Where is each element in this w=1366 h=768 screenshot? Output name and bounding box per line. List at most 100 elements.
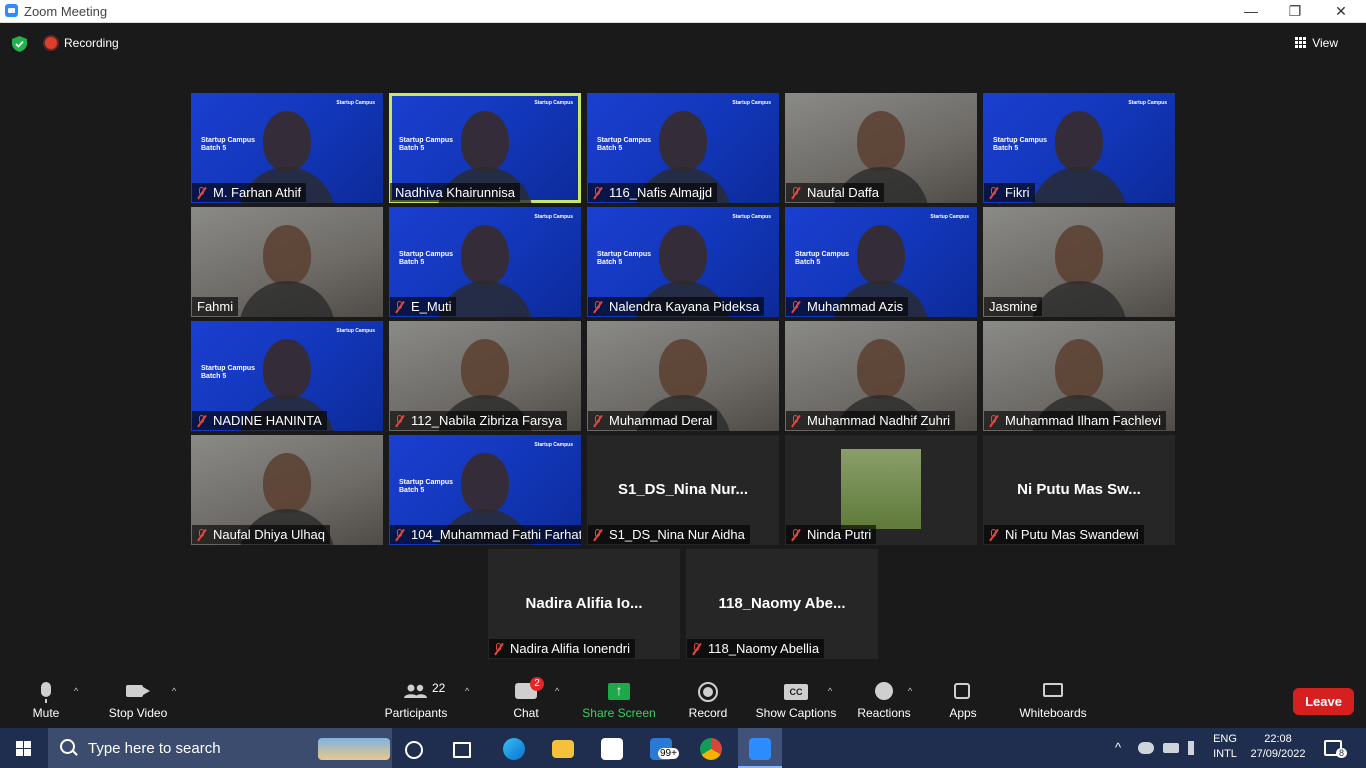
minimize-button[interactable]: — (1228, 0, 1274, 22)
participant-video-tile[interactable]: Startup Campus Startup Campus Batch 5 Nalen… (587, 207, 779, 317)
virtual-background-title: Startup Campus Batch 5 (399, 251, 454, 266)
participant-video-tile[interactable]: Startup Campus Startup Campus Batch 5 M. Fa… (191, 93, 383, 203)
participant-name: E_Muti (411, 299, 452, 314)
participant-name: Nalendra Kayana Pideksa (609, 299, 760, 314)
zoom-app-icon (5, 4, 18, 17)
reactions-button[interactable]: Reactions (854, 672, 914, 720)
task-view-icon[interactable] (453, 742, 471, 758)
battery-icon[interactable] (1163, 743, 1179, 753)
cortana-icon[interactable] (405, 741, 423, 759)
participant-video-tile[interactable]: Startup Campus Startup Campus Batch 5 104_M… (389, 435, 581, 545)
show-captions-button[interactable]: CC Show Captions (754, 672, 838, 720)
captions-options-chevron-icon[interactable]: ^ (828, 686, 836, 696)
mail-icon[interactable]: 99+ (650, 738, 679, 760)
record-button[interactable]: Record (686, 672, 730, 720)
participant-name: Fahmi (197, 299, 234, 314)
chat-options-chevron-icon[interactable]: ^ (555, 686, 563, 696)
chrome-browser-icon[interactable] (700, 738, 722, 760)
whiteboards-button[interactable]: Whiteboards (1016, 672, 1090, 720)
microsoft-store-icon[interactable] (601, 738, 623, 760)
onedrive-cloud-icon[interactable] (1138, 742, 1154, 754)
participant-video-tile[interactable]: Muhammad Ilham Fachlevi (983, 321, 1175, 431)
chat-button[interactable]: 2 Chat (505, 672, 547, 720)
participant-video-tile[interactable]: Startup Campus Startup Campus Batch 5 E_Mut… (389, 207, 581, 317)
startup-campus-logo-icon: Startup Campus (930, 214, 969, 220)
input-language-indicator[interactable]: ENG INTL (1210, 733, 1240, 760)
leave-meeting-button[interactable]: Leave (1293, 688, 1354, 715)
participant-display-name: 118_Naomy Abe... (718, 595, 846, 612)
startup-campus-logo-icon: Startup Campus (1128, 100, 1167, 106)
participant-name-label: Ni Putu Mas Swandewi (984, 525, 1144, 544)
participant-name: M. Farhan Athif (213, 185, 302, 200)
participant-video-tile[interactable]: 118_Naomy Abe... 118_Naomy Abellia (686, 549, 878, 659)
participant-video-tile[interactable]: 112_Nabila Zibriza Farsya (389, 321, 581, 431)
system-clock[interactable]: 22:08 27/09/2022 (1243, 733, 1313, 760)
windows-start-icon[interactable] (16, 741, 32, 757)
reactions-label: Reactions (857, 706, 911, 720)
taskbar-zoom-active[interactable] (738, 728, 782, 768)
muted-microphone-icon (197, 415, 206, 427)
participant-name-label: Nadira Alifia Ionendri (489, 639, 635, 658)
participant-name-label: Jasmine (984, 297, 1043, 316)
participant-video-tile[interactable]: S1_DS_Nina Nur... S1_DS_Nina Nur Aidha (587, 435, 779, 545)
participant-video-tile[interactable]: Startup Campus Startup Campus Batch 5 Fikri (983, 93, 1175, 203)
apps-button[interactable]: Apps (944, 672, 982, 720)
participant-video-tile[interactable]: Startup Campus Startup Campus Batch 5 Nadhi… (389, 93, 581, 203)
muted-microphone-icon (989, 187, 998, 199)
participant-name-label: Nalendra Kayana Pideksa (588, 297, 765, 316)
close-window-button[interactable]: ✕ (1318, 0, 1364, 22)
participant-video-feed (263, 111, 311, 171)
edge-browser-icon[interactable] (503, 738, 525, 760)
participant-name-label: Naufal Daffa (786, 183, 885, 202)
stop-video-button[interactable]: Stop Video (104, 672, 172, 720)
recording-label[interactable]: Recording (64, 36, 119, 50)
participant-video-tile[interactable]: Ninda Putri (785, 435, 977, 545)
smiley-plus-icon (875, 682, 893, 700)
muted-microphone-icon (395, 301, 404, 313)
participant-video-feed (263, 225, 311, 285)
share-screen-button[interactable]: Share Screen (582, 672, 656, 720)
view-button[interactable]: View (1295, 36, 1338, 50)
participant-name: Muhammad Ilham Fachlevi (1005, 413, 1162, 428)
recording-dot-icon (45, 37, 57, 49)
participant-video-tile[interactable]: Ni Putu Mas Sw... Ni Putu Mas Swandewi (983, 435, 1175, 545)
reactions-options-chevron-icon[interactable]: ^ (908, 686, 916, 696)
startup-campus-logo-icon: Startup Campus (336, 100, 375, 106)
mute-button[interactable]: Mute (22, 672, 70, 720)
video-options-chevron-icon[interactable]: ^ (172, 686, 180, 696)
participants-icon (404, 684, 427, 698)
participants-button[interactable]: 22 Participants (380, 672, 452, 720)
tray-overflow-chevron-icon[interactable]: ^ (1115, 740, 1121, 755)
participant-video-tile[interactable]: Muhammad Deral (587, 321, 779, 431)
participant-video-tile[interactable]: Muhammad Nadhif Zuhri (785, 321, 977, 431)
participant-video-tile[interactable]: Naufal Daffa (785, 93, 977, 203)
participant-name: S1_DS_Nina Nur Aidha (609, 527, 745, 542)
volume-icon[interactable] (1188, 741, 1202, 755)
search-highlight-illustration-icon (318, 738, 390, 760)
participant-name: 118_Naomy Abellia (708, 641, 820, 656)
video-camera-icon (126, 685, 150, 697)
participant-name: Ni Putu Mas Swandewi (1005, 527, 1139, 542)
participant-video-feed (857, 225, 905, 285)
action-center-icon[interactable]: 8 (1324, 740, 1347, 758)
participant-video-tile[interactable]: Startup Campus Startup Campus Batch 5 NADIN… (191, 321, 383, 431)
participant-name-label: Nadhiva Khairunnisa (390, 183, 520, 202)
participant-video-tile[interactable]: Startup Campus Startup Campus Batch 5 Muham… (785, 207, 977, 317)
restore-button[interactable]: ❐ (1272, 0, 1318, 22)
participant-video-tile[interactable]: Startup Campus Startup Campus Batch 5 116_N… (587, 93, 779, 203)
encryption-shield-icon[interactable] (12, 36, 27, 52)
participants-options-chevron-icon[interactable]: ^ (465, 686, 473, 696)
participant-name: 116_Nafis Almajjd (609, 185, 713, 200)
participant-video-tile[interactable]: Fahmi (191, 207, 383, 317)
participant-video-tile[interactable]: Nadira Alifia Io... Nadira Alifia Ionendr… (488, 549, 680, 659)
participant-video-tile[interactable]: Jasmine (983, 207, 1175, 317)
participant-name-label: Muhammad Ilham Fachlevi (984, 411, 1167, 430)
participant-name: Naufal Daffa (807, 185, 880, 200)
audio-options-chevron-icon[interactable]: ^ (74, 686, 82, 696)
file-explorer-icon[interactable] (552, 740, 574, 758)
participant-name: 112_Nabila Zibriza Farsya (411, 413, 562, 428)
show-captions-label: Show Captions (755, 706, 837, 720)
muted-microphone-icon (197, 187, 206, 199)
participant-video-tile[interactable]: Naufal Dhiya Ulhaq (191, 435, 383, 545)
whiteboard-icon (1043, 683, 1063, 697)
